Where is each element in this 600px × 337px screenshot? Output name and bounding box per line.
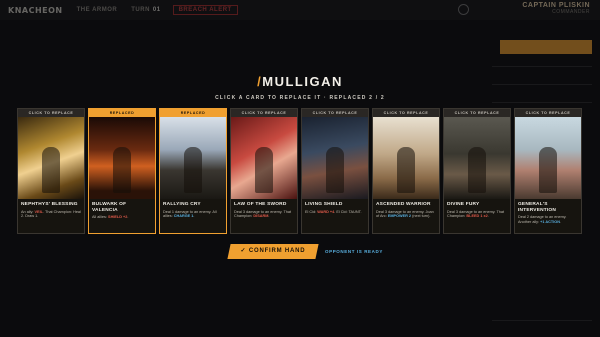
card-desc-text: .: [487, 214, 489, 219]
card-description: El Cid: WARD +4. El Cid: TAUNT.: [302, 208, 368, 215]
card-name: LIVING SHIELD: [305, 202, 343, 207]
card-keyword: SHIELD +2: [108, 215, 128, 219]
card-art: [160, 117, 226, 199]
card-keyword: EMPOWER 2: [387, 214, 412, 219]
card-keyword: CHARGE 1: [173, 214, 194, 219]
tab-armor[interactable]: THE ARMOR: [77, 7, 118, 13]
card-desc-text: .: [559, 219, 562, 224]
card-5[interactable]: CLICK TO REPLACE LIVING SHIELD El Cid: WAR…: [301, 108, 369, 234]
turn-number: 01: [152, 7, 161, 13]
card-name: GENERAL'S INTERVENTION: [518, 202, 557, 213]
breach-alert-badge[interactable]: BREACH ALERT: [172, 5, 238, 15]
card-8[interactable]: CLICK TO REPLACE GENERAL'S INTERVENTION De…: [514, 108, 582, 234]
card-art: [515, 117, 581, 199]
card-figure: [184, 147, 202, 193]
mulligan-instruction: CLICK A CARD TO REPLACE IT · REPLACED 2 …: [215, 95, 385, 101]
card-keyword: +1 ACTION: [540, 219, 560, 224]
replaced-badge: REPLACED: [89, 109, 155, 117]
card-description: An ally: VEIL. That Champion: Heal 2. Dr…: [18, 208, 84, 220]
divider: [492, 66, 592, 67]
card-desc-text: (next turn).: [411, 214, 431, 219]
opponent-ready-status: OPPONENT IS READY: [325, 249, 383, 254]
card-art: [231, 117, 297, 199]
card-keyword: BLEED 1 x2: [466, 214, 488, 219]
card-6[interactable]: CLICK TO REPLACE ASCENDED WARRIOR Deal 3 d…: [372, 108, 440, 234]
mulligan-title: /MULLIGAN: [0, 74, 600, 89]
card-figure: [113, 147, 131, 193]
card-name: LAW OF THE SWORD: [234, 202, 287, 207]
card-name: RALLYING CRY: [163, 202, 201, 207]
replaced-badge: REPLACED: [160, 109, 226, 117]
card-keyword: WARD +4: [317, 209, 335, 214]
tab-turn[interactable]: TURN 01: [131, 7, 160, 13]
card-7[interactable]: CLICK TO REPLACE DIVINE FURY Deal 3 damage…: [443, 108, 511, 234]
click-to-replace-badge: CLICK TO REPLACE: [18, 109, 84, 117]
top-bar: KNACHEON THE ARMOR TURN 01 BREACH ALERT C…: [0, 0, 600, 20]
tab-turn-label: TURN: [131, 7, 150, 13]
side-panel-button[interactable]: [500, 40, 592, 54]
card-row: CLICK TO REPLACE NEPHTHYS' BLESSING An all…: [17, 108, 583, 234]
divider: [492, 320, 592, 321]
divider: [492, 102, 592, 103]
confirm-hand-label[interactable]: ✓ CONFIRM HAND: [229, 244, 317, 259]
card-art: [18, 117, 84, 199]
card-art: [89, 117, 155, 199]
card-figure: [539, 147, 557, 193]
card-figure: [255, 147, 273, 193]
click-to-replace-badge: CLICK TO REPLACE: [231, 109, 297, 117]
confirm-hand-text: CONFIRM HAND: [248, 248, 306, 254]
card-name: NEPHTHYS' BLESSING: [21, 202, 78, 207]
card-description: Deal 3 damage to an enemy. That Champion…: [444, 208, 510, 220]
card-description: Deal 1 damage to an enemy. All allies: C…: [160, 208, 226, 220]
card-4[interactable]: CLICK TO REPLACE LAW OF THE SWORD Deal 3 d…: [230, 108, 298, 234]
card-name: DIVINE FURY: [447, 202, 480, 207]
card-desc-text: El Cid:: [305, 209, 318, 214]
card-figure: [468, 147, 486, 193]
click-to-replace-badge: CLICK TO REPLACE: [373, 109, 439, 117]
card-1[interactable]: CLICK TO REPLACE NEPHTHYS' BLESSING An all…: [17, 108, 85, 234]
card-description: All allies: SHIELD +2.: [89, 213, 155, 220]
click-to-replace-badge: CLICK TO REPLACE: [444, 109, 510, 117]
mulligan-title-text: MULLIGAN: [262, 74, 343, 89]
card-desc-text: . El Cid: TAUNT.: [334, 209, 362, 214]
card-figure: [42, 147, 60, 193]
card-figure: [326, 147, 344, 193]
player-profile[interactable]: CAPTAIN PLISKIN COMMANDER: [522, 2, 590, 15]
card-figure: [397, 147, 415, 193]
click-to-replace-badge: CLICK TO REPLACE: [302, 109, 368, 117]
card-name: ASCENDED WARRIOR: [376, 202, 431, 207]
card-desc-text: .: [193, 214, 195, 219]
card-desc-text: An ally:: [21, 209, 35, 214]
game-logo: KNACHEON: [8, 5, 63, 15]
card-art: [302, 117, 368, 199]
card-art: [373, 117, 439, 199]
click-to-replace-badge: CLICK TO REPLACE: [515, 109, 581, 117]
card-description: Deal 2 damage to an enemy. Another ally:…: [515, 213, 581, 225]
card-description: Deal 3 damage to an enemy. That Champion…: [231, 208, 297, 220]
card-desc-text: .: [127, 215, 129, 219]
settings-gear-icon[interactable]: [458, 4, 469, 15]
card-art: [444, 117, 510, 199]
player-name: CAPTAIN PLISKIN: [522, 2, 590, 9]
card-keyword: DISARM: [253, 214, 269, 219]
card-name: BULWARK OF VALENCIA: [92, 202, 127, 213]
card-3[interactable]: REPLACED RALLYING CRY Deal 1 damage to an …: [159, 108, 227, 234]
card-2[interactable]: REPLACED BULWARK OF VALENCIA All allies: S…: [88, 108, 156, 234]
card-desc-text: All allies:: [92, 215, 109, 219]
card-description: Deal 3 damage to an enemy. Joan of Arc: …: [373, 208, 439, 220]
card-keyword: VEIL: [34, 209, 43, 214]
card-desc-text: .: [268, 214, 270, 219]
player-rank: COMMANDER: [552, 9, 590, 15]
